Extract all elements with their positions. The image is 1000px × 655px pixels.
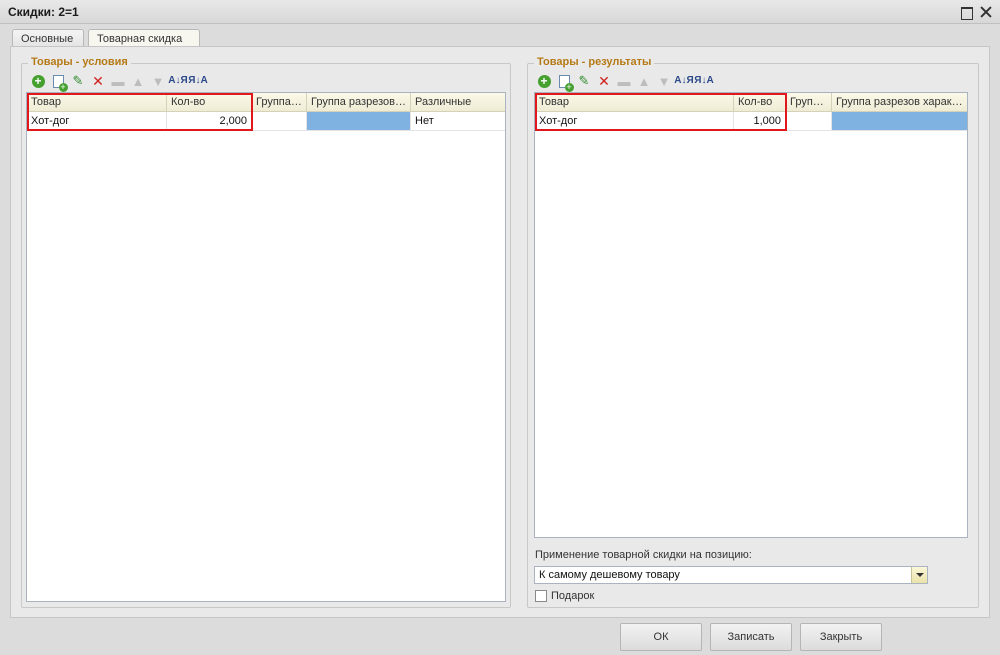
chevron-down-icon[interactable] (911, 567, 927, 583)
end-edit-button[interactable]: ▬ (614, 72, 634, 90)
close-icon[interactable] (978, 4, 994, 20)
sort-desc-button[interactable]: Я↓А (188, 72, 208, 90)
results-group: Товары - результаты + ✎ ✕ ▬ ▲ ▼ А↓Я Я↓А … (527, 56, 979, 608)
results-title: Товары - результаты (534, 56, 655, 68)
results-table-header: Товар Кол-во Группа... Группа разрезов х… (535, 93, 967, 112)
end-edit-button[interactable]: ▬ (108, 72, 128, 90)
col-product[interactable]: Товар (27, 93, 167, 112)
close-button[interactable]: Закрыть (800, 623, 882, 651)
results-table: Товар Кол-во Группа... Группа разрезов х… (534, 92, 968, 538)
tab-page: Товары - условия + ✎ ✕ ▬ ▲ ▼ А↓Я Я↓А Тов… (10, 46, 990, 618)
tab-basic[interactable]: Основные (12, 29, 84, 47)
conditions-table-header: Товар Кол-во Группа т... Группа разрезов… (27, 93, 505, 112)
cell-cut-group[interactable] (832, 112, 967, 130)
cell-different[interactable]: Нет (411, 112, 505, 130)
conditions-table: Товар Кол-во Группа т... Группа разрезов… (26, 92, 506, 602)
arrow-down-icon: ▼ (151, 73, 165, 89)
move-down-button[interactable]: ▼ (654, 72, 674, 90)
add-icon: + (537, 74, 551, 88)
add-row-button[interactable]: + (534, 72, 554, 90)
sort-asc-button[interactable]: А↓Я (674, 72, 694, 90)
sort-desc-button[interactable]: Я↓А (694, 72, 714, 90)
sort-descending-icon: Я↓А (188, 75, 208, 86)
pencil-icon: ✎ (72, 73, 84, 88)
move-up-button[interactable]: ▲ (128, 72, 148, 90)
ok-button[interactable]: ОК (620, 623, 702, 651)
col-different[interactable]: Различные (411, 93, 505, 112)
end-edit-icon: ▬ (617, 73, 631, 89)
sort-asc-button[interactable]: А↓Я (168, 72, 188, 90)
pencil-icon: ✎ (578, 73, 590, 88)
col-cut-group[interactable]: Группа разрезов х... (307, 93, 411, 112)
conditions-toolbar: + ✎ ✕ ▬ ▲ ▼ А↓Я Я↓А (28, 72, 208, 92)
apply-position-select[interactable]: К самому дешевому товару (534, 566, 928, 584)
copy-row-button[interactable] (554, 72, 574, 92)
col-product-group[interactable]: Группа т... (252, 93, 307, 112)
end-edit-icon: ▬ (111, 73, 125, 89)
maximize-icon[interactable] (958, 4, 974, 20)
sort-ascending-icon: А↓Я (674, 75, 694, 86)
copy-icon (558, 74, 574, 92)
window-title: Скидки: 2=1 (8, 5, 79, 19)
arrow-down-icon: ▼ (657, 73, 671, 89)
col-product[interactable]: Товар (535, 93, 734, 112)
table-row[interactable]: Хот-дог 2,000 Нет (27, 112, 505, 131)
gift-checkbox[interactable] (535, 590, 547, 602)
conditions-group: Товары - условия + ✎ ✕ ▬ ▲ ▼ А↓Я Я↓А Тов… (21, 56, 511, 608)
move-up-button[interactable]: ▲ (634, 72, 654, 90)
copy-row-button[interactable] (48, 72, 68, 92)
title-bar: Скидки: 2=1 (0, 0, 1000, 24)
col-qty[interactable]: Кол-во (167, 93, 252, 112)
add-icon: + (31, 74, 45, 88)
cell-product-group[interactable] (786, 112, 832, 130)
delete-icon: ✕ (598, 72, 610, 89)
col-cut-group[interactable]: Группа разрезов характ... (832, 93, 967, 112)
arrow-up-icon: ▲ (131, 73, 145, 89)
cell-qty[interactable]: 2,000 (167, 112, 252, 130)
sort-ascending-icon: А↓Я (168, 75, 188, 86)
cell-qty[interactable]: 1,000 (734, 112, 786, 130)
cell-product-group[interactable] (252, 112, 307, 130)
table-row[interactable]: Хот-дог 1,000 (535, 112, 967, 131)
edit-row-button[interactable]: ✎ (574, 72, 594, 90)
apply-position-value: К самому дешевому товару (539, 569, 680, 581)
cell-cut-group[interactable] (307, 112, 411, 130)
conditions-title: Товары - условия (28, 56, 131, 68)
results-toolbar: + ✎ ✕ ▬ ▲ ▼ А↓Я Я↓А (534, 72, 714, 92)
save-button[interactable]: Записать (710, 623, 792, 651)
col-qty[interactable]: Кол-во (734, 93, 786, 112)
delete-row-button[interactable]: ✕ (88, 72, 108, 90)
apply-label: Применение товарной скидки на позицию: (535, 549, 752, 561)
delete-icon: ✕ (92, 72, 104, 89)
move-down-button[interactable]: ▼ (148, 72, 168, 90)
gift-label: Подарок (551, 590, 595, 602)
add-row-button[interactable]: + (28, 72, 48, 90)
delete-row-button[interactable]: ✕ (594, 72, 614, 90)
copy-icon (52, 74, 68, 92)
cell-product[interactable]: Хот-дог (535, 112, 734, 130)
edit-row-button[interactable]: ✎ (68, 72, 88, 90)
col-product-group[interactable]: Группа... (786, 93, 832, 112)
sort-descending-icon: Я↓А (694, 75, 714, 86)
cell-product[interactable]: Хот-дог (27, 112, 167, 130)
arrow-up-icon: ▲ (637, 73, 651, 89)
